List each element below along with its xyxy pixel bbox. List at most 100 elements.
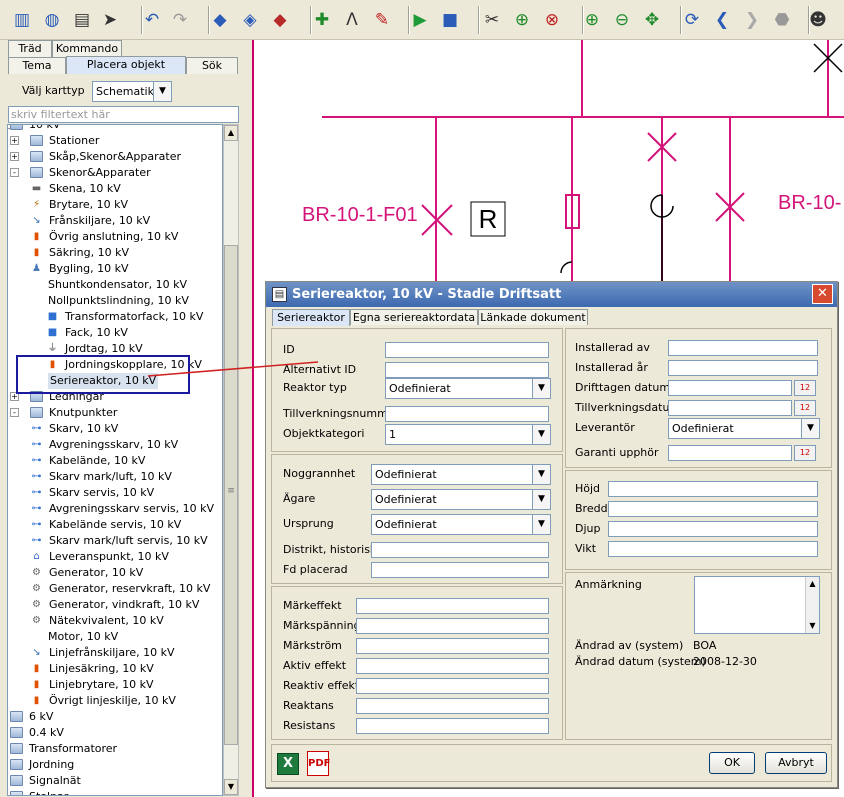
collapse-icon[interactable]: - — [10, 168, 19, 177]
tree-item[interactable]: ⊶ Kabelände servis, 10 kV — [8, 517, 222, 533]
tree-item[interactable]: ■ Transformatorfack, 10 kV — [8, 309, 222, 325]
reaktans-field[interactable] — [356, 698, 549, 714]
distrikt-field[interactable] — [371, 542, 549, 558]
cancel-button[interactable]: Avbryt — [765, 752, 827, 774]
installerad-av-field[interactable] — [668, 340, 818, 356]
alt-id-field[interactable] — [385, 362, 549, 378]
zoom-out-icon[interactable]: ⊖ — [608, 6, 636, 34]
tree-item[interactable]: ⊶ Skarv servis, 10 kV — [8, 485, 222, 501]
ursprung-select[interactable]: Odefinierat ▼ — [371, 514, 551, 535]
map-label-feeder[interactable]: BR-10-1-F01 — [302, 204, 418, 227]
tree-item[interactable]: Jordning — [8, 757, 222, 773]
tree-item[interactable]: ⊶ Avgreningsskarv, 10 kV — [8, 437, 222, 453]
redo-icon[interactable]: ↷ — [166, 6, 194, 34]
chevron-down-icon[interactable]: ▼ — [801, 419, 819, 438]
scroll-up-icon[interactable]: ▲ — [224, 125, 238, 141]
green-cube-icon[interactable]: ▶ — [406, 6, 434, 34]
garanti-upphor-field[interactable] — [668, 445, 792, 461]
anmarkning-textarea[interactable]: ▲ ▼ — [694, 576, 820, 634]
calendar-icon[interactable]: 12 — [794, 445, 816, 461]
dialog-title-bar[interactable]: ▤ Seriereaktor, 10 kV - Stadie Driftsatt… — [266, 282, 837, 307]
tree-item[interactable]: ⊶ Skarv, 10 kV — [8, 421, 222, 437]
tree-item[interactable]: ↘ Linjefrånskiljare, 10 kV — [8, 645, 222, 661]
scroll-thumb[interactable]: ≡ — [224, 245, 238, 745]
noggrannhet-select[interactable]: Odefinierat ▼ — [371, 464, 551, 485]
reaktor-typ-select[interactable]: Odefinierat ▼ — [385, 378, 551, 399]
tillverkningsnummer-field[interactable] — [385, 406, 549, 422]
filter-input[interactable]: skriv filtertext här — [8, 106, 239, 123]
tree-item[interactable]: Transformatorer — [8, 741, 222, 757]
tree-item[interactable]: ⚙ Generator, reservkraft, 10 kV — [8, 581, 222, 597]
tree-item[interactable]: Stolpar — [8, 789, 222, 795]
chevron-down-icon[interactable]: ▼ — [532, 379, 550, 398]
chevron-down-icon[interactable]: ▼ — [532, 425, 550, 444]
tree-item[interactable]: Signalnät — [8, 773, 222, 789]
fd-placerad-field[interactable] — [371, 562, 549, 578]
pointer-icon[interactable]: ➤ — [96, 6, 124, 34]
blue-cube-icon[interactable]: ■ — [436, 6, 464, 34]
textarea-scrollbar[interactable]: ▲ ▼ — [805, 577, 819, 633]
excel-export-icon[interactable]: X — [277, 753, 299, 775]
layout-icon[interactable]: ▥ — [8, 6, 36, 34]
line-a-icon[interactable]: Λ — [338, 6, 366, 34]
tree-item[interactable]: 0.4 kV — [8, 725, 222, 741]
tree-item[interactable]: ▮ Linjebrytare, 10 kV — [8, 677, 222, 693]
map-label-feeder-2[interactable]: BR-10- — [778, 192, 841, 215]
tree-item[interactable]: ⚙ Nätekvivalent, 10 kV — [8, 613, 222, 629]
tree-scrollbar[interactable]: ▲ ≡ ▼ — [223, 124, 239, 796]
reaktiv-effekt-field[interactable] — [356, 678, 549, 694]
agare-select[interactable]: Odefinierat ▼ — [371, 489, 551, 510]
tree-item[interactable]: ⊶ Skarv mark/luft, 10 kV — [8, 469, 222, 485]
refresh-icon[interactable]: ⟳ — [678, 6, 706, 34]
node-add-icon[interactable]: ✚ — [308, 6, 336, 34]
objektkategori-select[interactable]: 1 ▼ — [385, 424, 551, 445]
tree-item[interactable]: ⊶ Avgreningsskarv servis, 10 kV — [8, 501, 222, 517]
tab-trad[interactable]: Träd — [8, 40, 52, 57]
aktiv-effekt-field[interactable] — [356, 658, 549, 674]
tree-item[interactable]: ■ Fack, 10 kV — [8, 325, 222, 341]
bredd-field[interactable] — [608, 501, 818, 517]
tab-lankade-dokument[interactable]: Länkade dokument — [478, 309, 588, 325]
karttyp-select[interactable]: Schematik ▼ — [92, 81, 172, 102]
blue-cubes-icon[interactable]: ◆ — [206, 6, 234, 34]
tree-item[interactable]: - Knutpunkter — [8, 405, 222, 421]
tree-item[interactable]: + Stationer — [8, 133, 222, 149]
markspanning-field[interactable] — [356, 618, 549, 634]
djup-field[interactable] — [608, 521, 818, 537]
globe-gear-icon[interactable]: ◍ — [38, 6, 66, 34]
tree-item[interactable]: ▮ Säkring, 10 kV — [8, 245, 222, 261]
drifttagen-datum-field[interactable] — [668, 380, 792, 396]
tree-item[interactable]: ⚡ Brytare, 10 kV — [8, 197, 222, 213]
tab-kommando[interactable]: Kommando — [52, 40, 122, 57]
id-field[interactable] — [385, 342, 549, 358]
tree-item[interactable]: 6 kV — [8, 709, 222, 725]
scroll-down-icon[interactable]: ▼ — [224, 779, 238, 795]
tree-item[interactable]: ▬ Skena, 10 kV — [8, 181, 222, 197]
leverantor-select[interactable]: Odefinierat ▼ — [668, 418, 820, 439]
map-label-reactor[interactable]: R — [471, 202, 505, 236]
collapse-icon[interactable]: - — [10, 408, 19, 417]
calendar-icon[interactable]: 12 — [794, 380, 816, 396]
tree-item[interactable]: ⚙ Generator, vindkraft, 10 kV — [8, 597, 222, 613]
tab-egna-seriereaktordata[interactable]: Egna seriereaktordata — [350, 309, 478, 325]
markeffekt-field[interactable] — [356, 598, 549, 614]
installerad-ar-field[interactable] — [668, 360, 818, 376]
cubes-arrow-icon[interactable]: ◈ — [236, 6, 264, 34]
hojd-field[interactable] — [608, 481, 818, 497]
tree-item[interactable]: ⌂ Leveranspunkt, 10 kV — [8, 549, 222, 565]
pan-icon[interactable]: ✥ — [638, 6, 666, 34]
chevron-down-icon[interactable]: ▼ — [532, 465, 550, 484]
tree-item[interactable]: ▮ Övrig anslutning, 10 kV — [8, 229, 222, 245]
link-add-icon[interactable]: ⊕ — [508, 6, 536, 34]
tree-item[interactable]: ⚙ Generator, 10 kV — [8, 565, 222, 581]
tab-seriereaktor[interactable]: Seriereaktor — [272, 309, 350, 326]
expand-icon[interactable]: + — [10, 136, 19, 145]
chevron-down-icon[interactable]: ▼ — [153, 82, 171, 101]
tree-item[interactable]: ⊶ Kabelände, 10 kV — [8, 453, 222, 469]
link-delete-icon[interactable]: ⊗ — [538, 6, 566, 34]
report-icon[interactable]: ▤ — [68, 6, 96, 34]
expand-icon[interactable]: + — [10, 152, 19, 161]
forward-icon[interactable]: ❯ — [738, 6, 766, 34]
tree-item[interactable]: Nollpunktslindning, 10 kV — [8, 293, 222, 309]
tree-item[interactable]: ▮ Linjesäkring, 10 kV — [8, 661, 222, 677]
